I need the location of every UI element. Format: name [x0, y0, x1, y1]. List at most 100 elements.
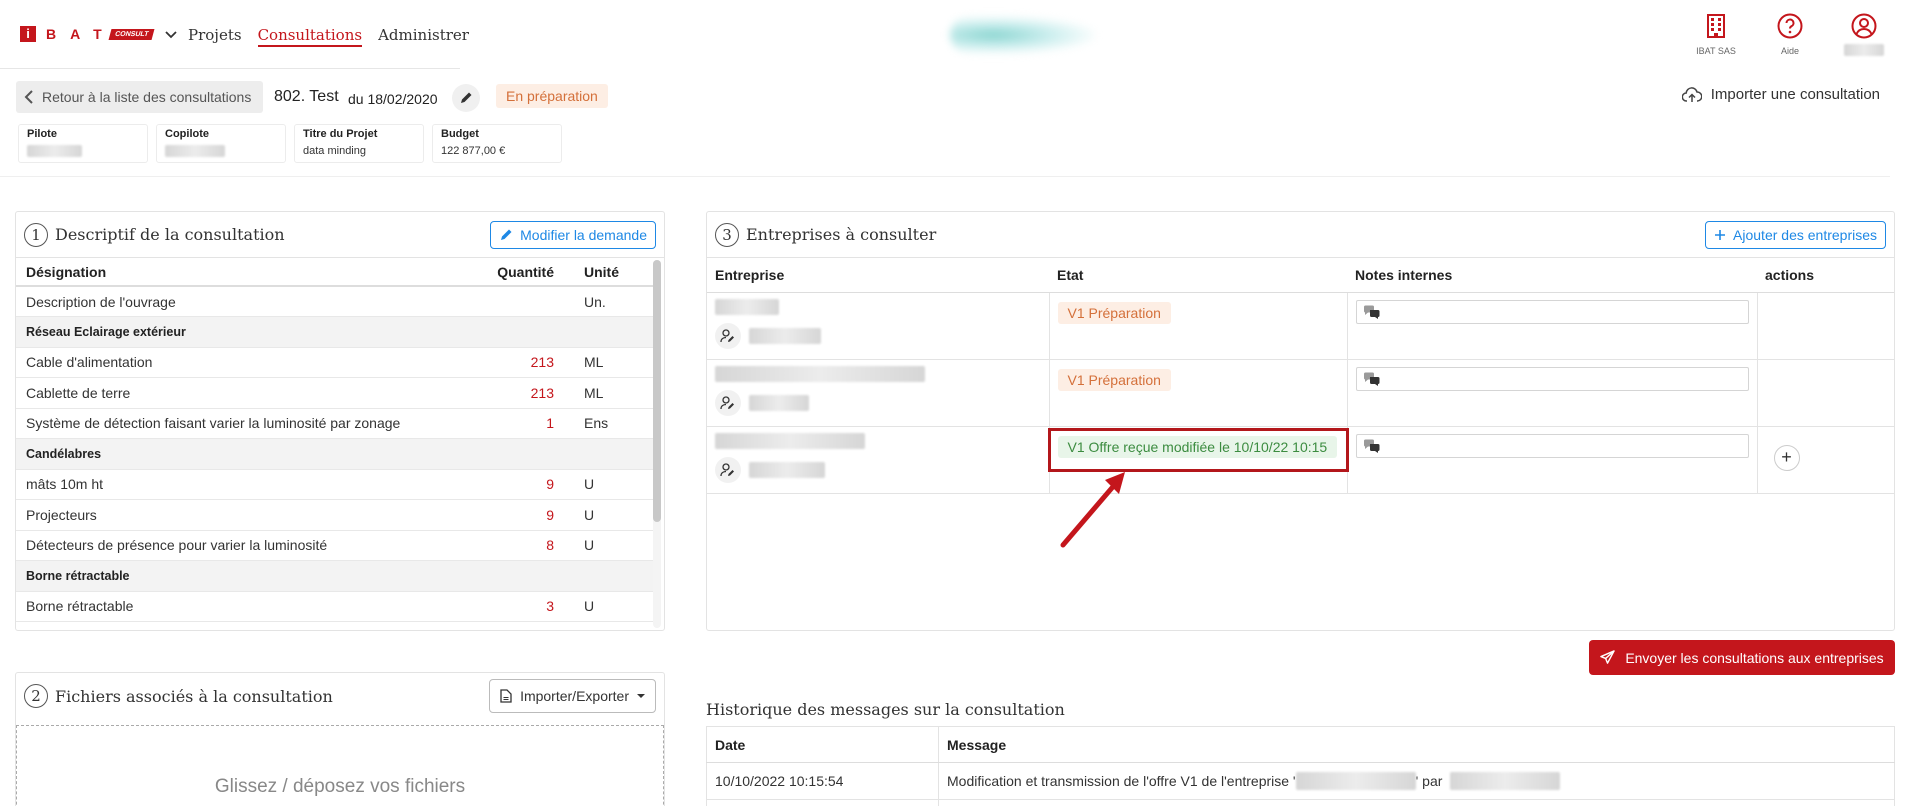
history-message-prefix: Modification et transmission de l'offre …	[947, 773, 1296, 789]
file-dropzone[interactable]: Glissez / déposez vos fichiers	[16, 725, 664, 806]
contact-row	[715, 389, 1041, 416]
logo-letters: BAT	[46, 26, 116, 42]
etat-badge: V1 Préparation	[1057, 368, 1171, 391]
cell-quantite	[484, 316, 564, 348]
user-menu-button[interactable]	[1838, 12, 1890, 56]
chevron-left-icon	[24, 90, 33, 104]
cell-unite: Un.	[564, 286, 654, 317]
nav-divider	[0, 68, 460, 69]
cell-notes	[1347, 359, 1758, 427]
info-label: Pilote	[27, 128, 57, 140]
cell-quantite: 1	[484, 408, 564, 439]
cell-quantite	[484, 560, 564, 592]
cell-unite	[564, 560, 654, 592]
cell-unite: U	[564, 530, 654, 561]
table-group-row: Candélabres	[16, 438, 654, 470]
add-action-button[interactable]: +	[1773, 444, 1800, 471]
cell-unite: U	[564, 591, 654, 622]
internal-note-input[interactable]	[1355, 433, 1749, 458]
user-edit-icon	[720, 328, 734, 342]
col-header-unite: Unité	[564, 258, 654, 287]
edit-contact-button[interactable]	[715, 322, 741, 349]
internal-note-input[interactable]	[1355, 299, 1749, 324]
scrollbar-thumb[interactable]	[653, 260, 661, 522]
info-value-blurred	[165, 145, 225, 157]
internal-note-input[interactable]	[1355, 366, 1749, 391]
fichiers-panel: 2 Fichiers associés à la consultation Im…	[15, 672, 665, 806]
table-header-row: Désignation Quantité Unité	[16, 258, 654, 287]
pencil-icon	[501, 229, 512, 240]
paper-plane-icon	[1600, 650, 1616, 664]
help-button[interactable]: Aide	[1764, 12, 1816, 56]
history-table: Date Message 10/10/2022 10:15:54 Modific…	[706, 726, 1895, 806]
cell-quantite: 213	[484, 347, 564, 378]
table-row: Détecteurs de présence pour varier la lu…	[16, 530, 654, 561]
nav-link-administrer[interactable]: Administrer	[378, 26, 469, 47]
panel-title: Descriptif de la consultation	[55, 225, 285, 244]
info-label: Budget	[441, 128, 479, 140]
user-name-blurred	[1844, 44, 1884, 56]
send-consultations-button[interactable]: Envoyer les consultations aux entreprise…	[1589, 640, 1895, 675]
pencil-icon	[461, 92, 472, 103]
file-icon	[500, 689, 512, 703]
edit-contact-button[interactable]	[715, 456, 741, 483]
col-header-date: Date	[706, 726, 939, 763]
cell-designation: Cable d'alimentation	[16, 347, 484, 378]
import-export-dropdown[interactable]: Importer/Exporter	[489, 679, 656, 713]
building-icon	[1707, 14, 1725, 38]
table-row: Cablette de terre 213 ML	[16, 377, 654, 409]
nav-link-consultations[interactable]: Consultations	[257, 26, 363, 47]
table-row: Système de détection faisant varier la l…	[16, 408, 654, 439]
modify-request-button[interactable]: Modifier la demande	[490, 220, 656, 249]
back-to-list-button[interactable]: Retour à la liste des consultations	[16, 81, 264, 113]
chevron-down-icon[interactable]	[163, 26, 179, 42]
col-header-etat: Etat	[1049, 258, 1347, 293]
cell-actions: +	[1757, 426, 1894, 494]
history-date: 10/10/2022 10:15:54	[706, 762, 939, 800]
annotation-arrow-icon	[1060, 472, 1125, 548]
contact-name-blurred	[749, 461, 825, 478]
cell-actions	[1757, 292, 1894, 360]
cell-unite	[564, 438, 654, 470]
cell-unite: ML	[564, 347, 654, 378]
scrollbar-track[interactable]	[653, 260, 661, 628]
help-circle-icon	[1777, 13, 1803, 39]
panel-header: 3 Entreprises à consulter Ajouter des en…	[707, 212, 1894, 258]
table-row: V1 Préparation	[707, 359, 1894, 427]
caret-down-icon	[637, 694, 645, 698]
cell-entreprise	[707, 359, 1050, 427]
add-companies-button[interactable]: Ajouter des entreprises	[1705, 220, 1886, 249]
import-consultation-button[interactable]: Importer une consultation	[1681, 86, 1880, 103]
cell-quantite: 9	[484, 499, 564, 531]
cell-notes	[1347, 292, 1758, 360]
table-row: V1 Préparation	[707, 292, 1894, 360]
etat-badge: V1 Préparation	[1057, 301, 1171, 324]
col-header-designation: Désignation	[16, 258, 484, 287]
company-name-blurred	[1295, 772, 1416, 790]
dropzone-text: Glissez / déposez vos fichiers	[214, 776, 466, 797]
company-name-blurred	[715, 432, 865, 449]
col-header-message: Message	[938, 726, 1895, 763]
cell-designation: Système de détection faisant varier la l…	[16, 408, 484, 439]
info-card-budget: Budget 122 877,00 €	[432, 124, 562, 163]
company-label: IBAT SAS	[1696, 46, 1736, 56]
send-consultations-label: Envoyer les consultations aux entreprise…	[1625, 649, 1884, 666]
cell-designation: Borne rétractable	[16, 560, 484, 592]
cell-designation: Description de l'ouvrage	[16, 286, 484, 317]
table-row: Cable d'alimentation 213 ML	[16, 347, 654, 378]
panel-title: Entreprises à consulter	[746, 225, 937, 244]
cell-etat: V1 Préparation	[1049, 359, 1348, 427]
cell-entreprise	[707, 426, 1050, 494]
nav-link-projets[interactable]: Projets	[188, 26, 242, 47]
company-switcher[interactable]: IBAT SAS	[1690, 12, 1742, 56]
app-logo[interactable]: i BAT CONSULT	[20, 26, 179, 42]
edit-contact-button[interactable]	[715, 389, 741, 416]
cell-designation: mâts 10m ht	[16, 469, 484, 500]
top-navbar: i BAT CONSULT Projets Consultations Admi…	[0, 0, 1890, 70]
history-title: Historique des messages sur la consultat…	[706, 700, 1065, 719]
info-card-copilote: Copilote	[156, 124, 286, 163]
cell-designation: Candélabres	[16, 438, 484, 470]
edit-consultation-button[interactable]	[452, 84, 480, 112]
table-row: Borne rétractable 3 U	[16, 591, 654, 622]
comments-icon	[1363, 439, 1379, 453]
